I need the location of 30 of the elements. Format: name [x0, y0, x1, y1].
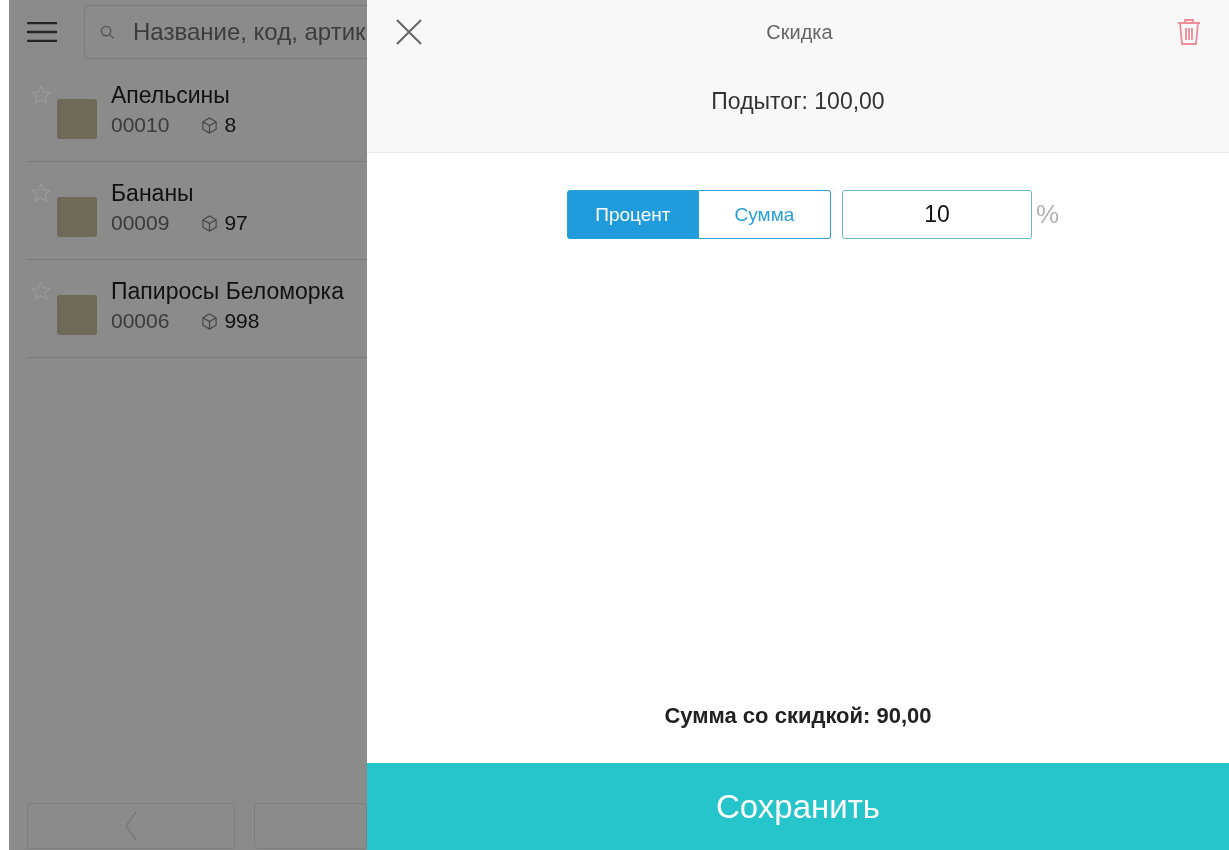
discounted-total-text: Сумма со скидкой: 90,00	[663, 703, 933, 729]
cube-icon	[201, 214, 219, 232]
close-icon[interactable]	[396, 19, 422, 45]
photo-placeholder	[57, 295, 97, 335]
product-name: Бананы	[111, 179, 195, 207]
subtotal-text: Подытог: 100,00	[710, 88, 886, 115]
cube-icon	[201, 116, 219, 134]
stock-count: 8	[224, 113, 237, 137]
discount-value-field[interactable]: 10	[841, 190, 1032, 239]
photo-placeholder	[57, 99, 97, 139]
product-row[interactable]: Папиросы Беломорка 00006 998	[27, 260, 367, 358]
trash-icon[interactable]	[1177, 18, 1201, 46]
product-row[interactable]: Апельсины 00010 8	[27, 64, 367, 162]
search-field[interactable]: Название, код, артик	[84, 5, 367, 59]
product-code: 00010	[111, 113, 170, 137]
mode-tab[interactable]: Сумма	[698, 190, 831, 239]
product-row[interactable]: Бананы 00009 97	[27, 162, 367, 260]
unit-label: %	[1035, 199, 1060, 230]
stock-count: 998	[224, 309, 260, 333]
stock-count: 97	[224, 211, 248, 235]
photo-placeholder	[57, 197, 97, 237]
product-name: Апельсины	[111, 81, 231, 109]
mode-tab[interactable]: Процент	[566, 190, 699, 239]
panel-title: Скидка	[766, 20, 833, 44]
menu-icon[interactable]	[27, 22, 57, 42]
product-code: 00009	[111, 211, 170, 235]
product-code: 00006	[111, 309, 170, 333]
cube-icon	[201, 312, 219, 330]
next-page-button[interactable]	[253, 803, 367, 849]
product-name: Папиросы Беломорка	[111, 277, 344, 305]
